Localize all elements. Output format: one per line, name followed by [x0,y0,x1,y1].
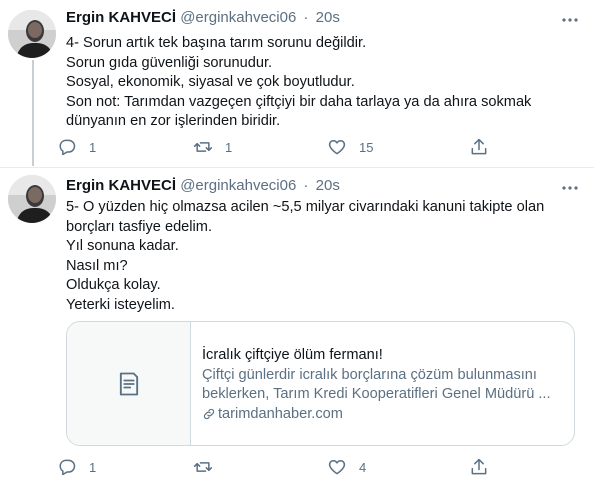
avatar-photo [8,175,56,223]
reply-button[interactable]: 1 [57,455,96,479]
tweet-text-line: dünyanın en zor işlerinden biridir. [66,113,281,129]
share-icon [471,458,487,475]
retweet-count: 1 [225,139,233,155]
separator: · [303,177,309,194]
more-options-icon[interactable] [560,10,580,30]
reply-count: 1 [89,459,97,475]
heart-icon [328,460,346,475]
tweet-text: 4- Sorun artık tek başına tarım sorunu d… [66,34,581,132]
reply-button[interactable]: 1 [57,135,96,159]
share-button[interactable] [469,135,489,159]
tweet-actions: 1 4 [57,455,517,479]
tweet-text-line: 5- O yüzden hiç olmazsa acilen ~5,5 mily… [66,199,545,215]
tweet-1[interactable]: Ergin KAHVECİ @erginkahveci06 · 20s 4- S… [0,0,594,168]
tweet-text-line: Yeterki isteyelim. [66,296,175,313]
tweet-text: 5- O yüzden hiç olmazsa acilen ~5,5 mily… [66,198,581,315]
share-button[interactable] [469,455,489,479]
card-thumbnail [67,322,191,445]
share-icon [471,138,487,155]
tweet-text-line: 4- Sorun artık tek başına tarım sorunu d… [66,35,367,51]
tweet-text-line: Sosyal, ekonomik, siyasal ve çok boyutlu… [66,74,355,90]
avatar[interactable] [8,10,56,58]
tweet-text-line: borçları tasfiye edelim. [66,218,212,235]
author-name[interactable]: Ergin KAHVECİ [66,9,176,26]
tweet-actions: 1 1 15 [57,135,517,159]
tweet-text-line: Sorun gıda güvenliği sorunudur. [66,54,273,71]
avatar-photo [8,10,56,58]
like-count: 15 [359,139,374,155]
tweet-time[interactable]: 20s [316,9,340,26]
tweet-text-line: Oldukça kolay. [66,277,161,293]
card-title: İcralık çiftçiye ölüm fermanı! [202,347,383,363]
tweet-text-line: Son not: Tarımdan vazgeçen çiftçiyi bir … [66,93,532,110]
retweet-button[interactable]: 1 [193,135,232,159]
reply-count: 1 [89,139,97,155]
separator: · [303,9,309,26]
like-button[interactable]: 15 [327,135,373,159]
card-description: beklerken, Tarım Kredi Kooperatifleri Ge… [202,386,551,402]
like-count: 4 [359,459,367,475]
card-domain-text: tarimdanhaber.com [218,405,343,422]
tweet-text-line: Yıl sonuna kadar. [66,238,179,254]
link-preview-card[interactable]: İcralık çiftçiye ölüm fermanı! Çiftçi gü… [66,321,575,446]
heart-icon [328,140,346,155]
thread-connector-line [32,60,34,166]
author-name[interactable]: Ergin KAHVECİ [66,177,176,194]
author-handle[interactable]: @erginkahveci06 [180,9,296,26]
reply-icon [59,139,76,156]
card-body: İcralık çiftçiye ölüm fermanı! Çiftçi gü… [202,346,564,424]
retweet-icon [193,462,213,472]
like-button[interactable]: 4 [327,455,366,479]
tweet-header: Ergin KAHVECİ @erginkahveci06 · 20s [66,177,340,197]
tweet-text-line: Nasıl mı? [66,257,128,274]
retweet-icon [193,142,213,152]
avatar[interactable] [8,175,56,223]
retweet-button[interactable] [193,455,225,479]
link-icon [203,409,215,420]
document-icon [119,372,138,395]
tweet-time[interactable]: 20s [316,177,340,194]
author-handle[interactable]: @erginkahveci06 [180,177,296,194]
more-options-icon[interactable] [560,178,580,198]
card-domain: tarimdanhaber.com [202,405,564,425]
tweet-header: Ergin KAHVECİ @erginkahveci06 · 20s [66,9,340,29]
tweet-2[interactable]: Ergin KAHVECİ @erginkahveci06 · 20s 5- O… [0,168,594,489]
reply-icon [59,459,76,476]
card-description: Çiftçi günlerdir icralık borçlarına çözü… [202,366,537,383]
